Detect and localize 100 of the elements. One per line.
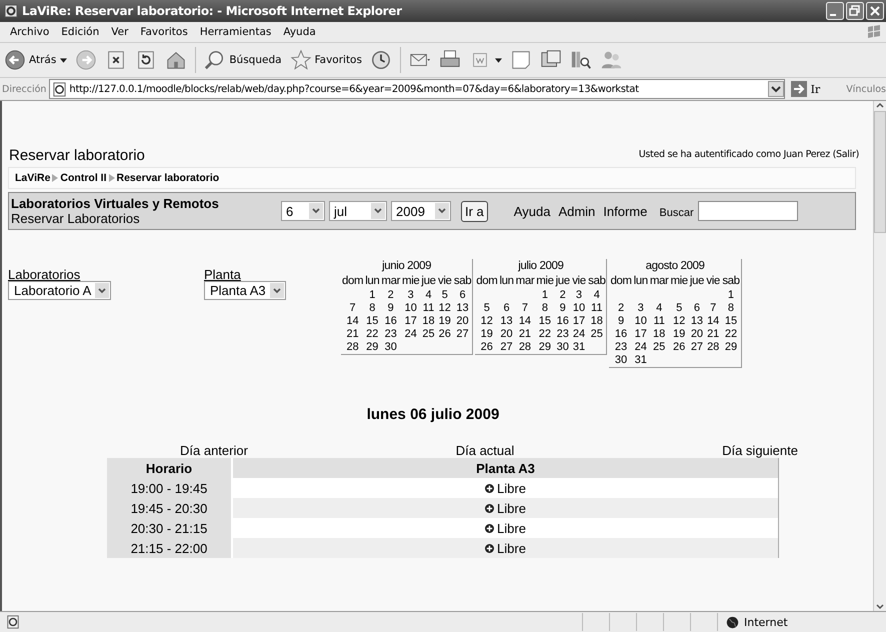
calendar-day[interactable]: 5	[669, 302, 689, 315]
maximize-icon[interactable]	[846, 2, 864, 20]
calendar-day[interactable]: 9	[609, 315, 633, 328]
calendar-day[interactable]: 20	[498, 328, 515, 341]
calendar-day[interactable]: 14	[705, 315, 722, 328]
calendar-day[interactable]: 18	[420, 315, 437, 328]
calendar-day[interactable]: 14	[514, 315, 536, 328]
filter-label[interactable]: Laboratorios	[8, 268, 80, 281]
calendar-day[interactable]: 27	[688, 341, 706, 354]
calendar-day[interactable]: 4	[587, 289, 607, 302]
calendar-day[interactable]: 21	[514, 328, 536, 341]
calendar-day[interactable]: 14	[341, 315, 364, 328]
calendar-day[interactable]: 16	[554, 315, 571, 328]
calendar-day[interactable]: 10	[570, 302, 588, 315]
calendar-day[interactable]: 30	[380, 341, 402, 354]
calendar-day[interactable]: 15	[721, 315, 742, 328]
search-button[interactable]: Búsqueda	[204, 49, 282, 71]
logout-link[interactable]: Salir	[836, 149, 856, 160]
minimize-icon[interactable]	[826, 2, 844, 20]
calendar-day[interactable]: 21	[341, 328, 364, 341]
menu-item[interactable]: Herramientas	[196, 26, 280, 38]
filter-select[interactable]: Laboratorio A	[8, 281, 112, 300]
scroll-up-icon[interactable]	[875, 101, 885, 109]
nav-link[interactable]: Admin	[558, 204, 596, 218]
calendar-day[interactable]: 15	[364, 315, 380, 328]
calendar-day[interactable]: 7	[514, 302, 536, 315]
calendar-day[interactable]: 25	[648, 341, 670, 354]
calendar-day[interactable]: 11	[648, 315, 670, 328]
calendar-day[interactable]: 5	[475, 302, 498, 315]
year-select[interactable]: 2009	[391, 201, 451, 221]
research-icon[interactable]	[570, 49, 592, 71]
calendar-day[interactable]: 1	[721, 289, 742, 302]
calendar-day[interactable]: 12	[669, 315, 689, 328]
favorites-button[interactable]: Favoritos	[290, 49, 362, 71]
calendar-day[interactable]: 28	[341, 341, 364, 354]
breadcrumb-link[interactable]: LaViRe	[15, 172, 50, 184]
calendar-day[interactable]: 17	[632, 328, 649, 341]
calendar-day[interactable]: 10	[632, 315, 649, 328]
calendar-day[interactable]: 18	[587, 315, 607, 328]
slot-link[interactable]: Libre	[485, 500, 526, 516]
calendar-day[interactable]: 22	[364, 328, 380, 341]
menu-item[interactable]: Edición	[57, 26, 108, 38]
calendar-day[interactable]: 15	[535, 315, 555, 328]
calendar-day[interactable]: 20	[688, 328, 706, 341]
calendar-day[interactable]: 19	[475, 328, 498, 341]
calendar-day[interactable]: 6	[452, 289, 473, 302]
vertical-scrollbar[interactable]	[873, 101, 886, 611]
calendar-day[interactable]: 8	[364, 302, 380, 315]
calendar-day[interactable]: 22	[535, 328, 555, 341]
calendar-day[interactable]: 12	[475, 315, 498, 328]
back-button[interactable]: Atrás	[4, 49, 56, 71]
calendar-day[interactable]: 18	[648, 328, 670, 341]
menu-item[interactable]: Favoritos	[136, 26, 196, 38]
filter-select[interactable]: Planta A3	[204, 281, 286, 300]
calendar-day[interactable]: 26	[669, 341, 689, 354]
calendar-day[interactable]: 7	[705, 302, 722, 315]
calendar-day[interactable]: 11	[587, 302, 607, 315]
calendar-day[interactable]: 13	[452, 302, 473, 315]
scrollbar-thumb[interactable]	[874, 111, 886, 233]
calendar-day[interactable]: 8	[721, 302, 742, 315]
calendar-day[interactable]: 4	[420, 289, 437, 302]
calendar-day[interactable]: 24	[570, 328, 588, 341]
calendar-day[interactable]: 6	[498, 302, 515, 315]
history-icon[interactable]	[370, 49, 392, 71]
calendar-day[interactable]: 21	[705, 328, 722, 341]
forward-icon[interactable]	[75, 49, 98, 71]
calendar-day[interactable]: 17	[401, 315, 420, 328]
calendar-day[interactable]: 26	[436, 328, 453, 341]
breadcrumb-link[interactable]: Control II	[60, 172, 106, 184]
menu-item[interactable]: Archivo	[6, 26, 58, 38]
filter-label[interactable]: Planta	[204, 268, 241, 281]
calendar-day[interactable]: 2	[380, 289, 402, 302]
calendar-day[interactable]: 9	[380, 302, 402, 315]
calendar-day[interactable]: 29	[364, 341, 380, 354]
calendar-day[interactable]: 23	[380, 328, 402, 341]
address-field[interactable]: http://127.0.0.1/moodle/blocks/relab/web/day.php?course=6&year=2009&month=07&day=6&laboratory=13&workstat	[49, 79, 785, 99]
calendar-day[interactable]: 22	[721, 328, 742, 341]
menu-item[interactable]: Ayuda	[279, 26, 324, 38]
calendar-day[interactable]: 23	[554, 328, 571, 341]
month-select[interactable]: jul	[329, 201, 387, 221]
calendar-day[interactable]: 29	[721, 341, 742, 354]
scroll-down-icon[interactable]	[875, 603, 885, 611]
calendar-day[interactable]: 17	[570, 315, 588, 328]
day-select[interactable]: 6	[281, 201, 325, 221]
calendar-day[interactable]: 31	[570, 341, 588, 354]
day-nav-link[interactable]: Día anterior	[180, 443, 248, 458]
calendar-day[interactable]: 13	[688, 315, 706, 328]
calendar-day[interactable]: 13	[498, 315, 515, 328]
breadcrumb-link[interactable]: Reservar laboratorio	[116, 172, 220, 184]
go-button[interactable]: Ir	[790, 81, 820, 97]
go-to-date-button[interactable]: Ir a	[461, 200, 488, 222]
note-icon[interactable]	[510, 49, 532, 71]
calendar-day[interactable]: 16	[609, 328, 633, 341]
calendar-day[interactable]: 25	[587, 328, 607, 341]
calendar-day[interactable]: 30	[554, 341, 571, 354]
nav-link[interactable]: Informe	[603, 204, 648, 218]
close-icon[interactable]	[866, 2, 884, 20]
calendar-day[interactable]: 9	[554, 302, 571, 315]
calendar-day[interactable]: 16	[380, 315, 402, 328]
menu-item[interactable]: Ver	[107, 26, 136, 38]
